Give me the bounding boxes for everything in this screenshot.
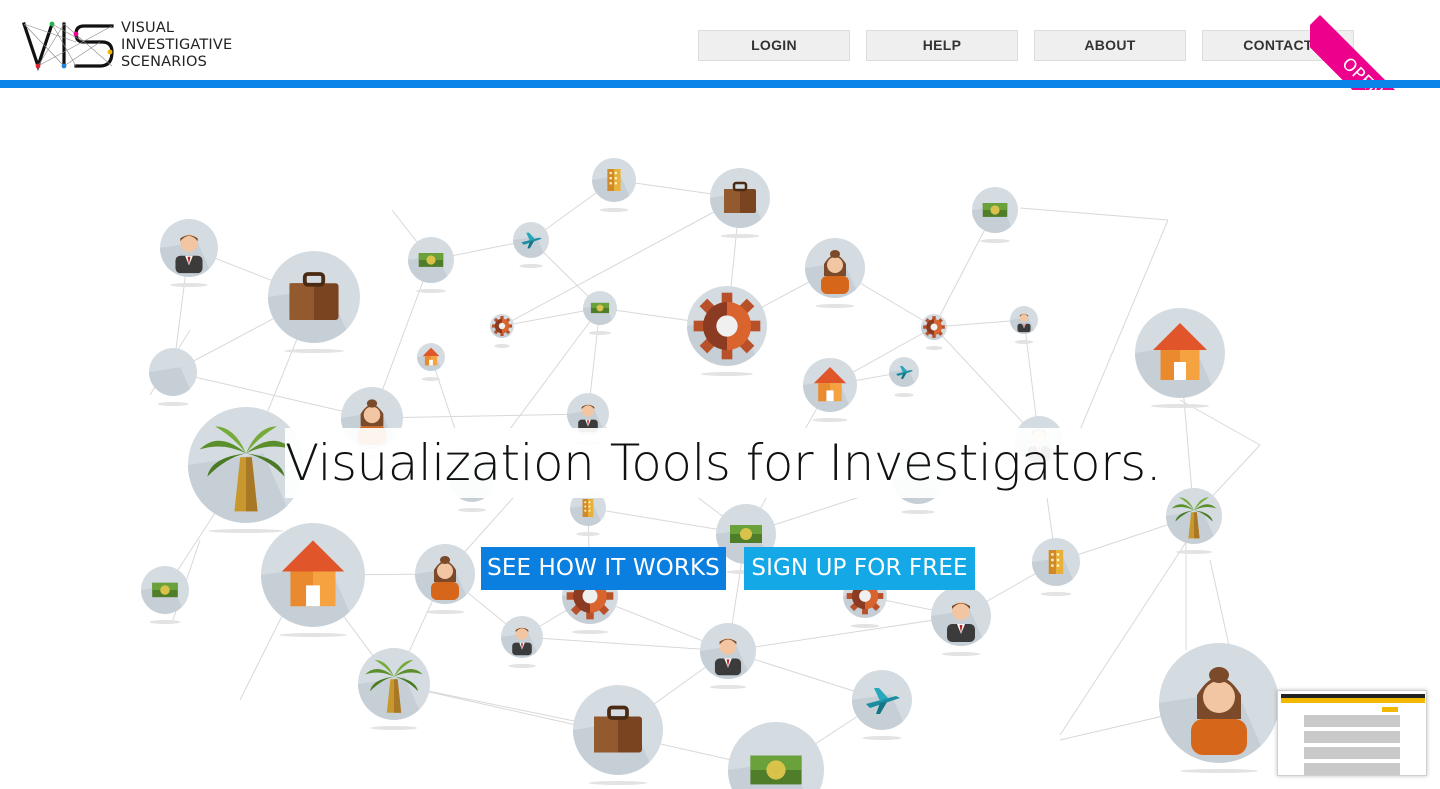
- gear-icon: [687, 286, 767, 376]
- briefcase-icon: [268, 251, 360, 353]
- nav-help-button[interactable]: HELP: [866, 30, 1018, 61]
- nav-about-button[interactable]: ABOUT: [1034, 30, 1186, 61]
- logo-line-3: SCENARIOS: [121, 54, 208, 70]
- logo-line-1: VISUAL: [121, 20, 175, 36]
- gear-icon: [921, 314, 947, 350]
- logo-line-2: INVESTIGATIVE: [121, 37, 233, 53]
- site-header: VISUAL INVESTIGATIVE SCENARIOS LOGIN HEL…: [0, 0, 1440, 90]
- person-icon: [1010, 306, 1038, 344]
- money-icon: [408, 237, 454, 293]
- building-icon: [1032, 538, 1080, 596]
- sign-up-for-free-button[interactable]: SIGN UP FOR FREE: [744, 547, 975, 590]
- preview-row: [1304, 763, 1400, 775]
- woman-icon: [415, 544, 475, 614]
- preview-row: [1304, 747, 1400, 759]
- palm-tree-icon: [358, 648, 430, 730]
- preview-row: [1304, 731, 1400, 743]
- network-node: [149, 348, 197, 406]
- nav-login-button[interactable]: LOGIN: [698, 30, 850, 61]
- woman-icon: [805, 238, 865, 308]
- preview-yellow-bar: [1281, 698, 1425, 703]
- logo-wordmark: VISUAL INVESTIGATIVE SCENARIOS: [121, 20, 232, 71]
- palm-tree-icon: [1166, 488, 1222, 554]
- house-icon: [803, 358, 857, 422]
- preview-row: [1304, 715, 1400, 727]
- network-edge: [1209, 559, 1231, 651]
- house-icon: [261, 523, 365, 637]
- network-edge: [371, 413, 589, 419]
- house-icon: [1135, 308, 1225, 408]
- house-icon: [417, 343, 445, 381]
- site-logo[interactable]: VISUAL INVESTIGATIVE SCENARIOS: [22, 20, 252, 72]
- person-icon: [501, 616, 543, 668]
- gear-icon: [490, 314, 514, 348]
- network-edge: [727, 615, 962, 652]
- money-icon: [141, 566, 189, 624]
- person-icon: [931, 586, 991, 656]
- airplane-icon: [889, 357, 919, 397]
- person-icon: [160, 219, 218, 287]
- hero-headline: Visualization Tools for Investigators.: [285, 434, 1162, 492]
- woman-icon: [1159, 643, 1279, 773]
- app-preview-thumbnail[interactable]: [1277, 690, 1427, 776]
- money-icon: [972, 187, 1018, 243]
- airplane-icon: [852, 670, 912, 740]
- nav-contact-button[interactable]: CONTACT: [1202, 30, 1354, 61]
- building-icon: [592, 158, 636, 212]
- person-icon: [700, 623, 756, 689]
- money-icon: [583, 291, 617, 335]
- header-accent-bar: [0, 80, 1440, 88]
- network-edge: [1019, 207, 1169, 221]
- briefcase-icon: [573, 685, 663, 785]
- briefcase-icon: [710, 168, 770, 238]
- airplane-icon: [513, 222, 549, 268]
- see-how-it-works-button[interactable]: SEE HOW IT WORKS: [481, 547, 726, 590]
- preview-button: [1382, 707, 1398, 712]
- money-icon: [728, 722, 824, 789]
- vis-logo-icon: [22, 21, 114, 72]
- landing-page: VISUAL INVESTIGATIVE SCENARIOS LOGIN HEL…: [0, 0, 1440, 789]
